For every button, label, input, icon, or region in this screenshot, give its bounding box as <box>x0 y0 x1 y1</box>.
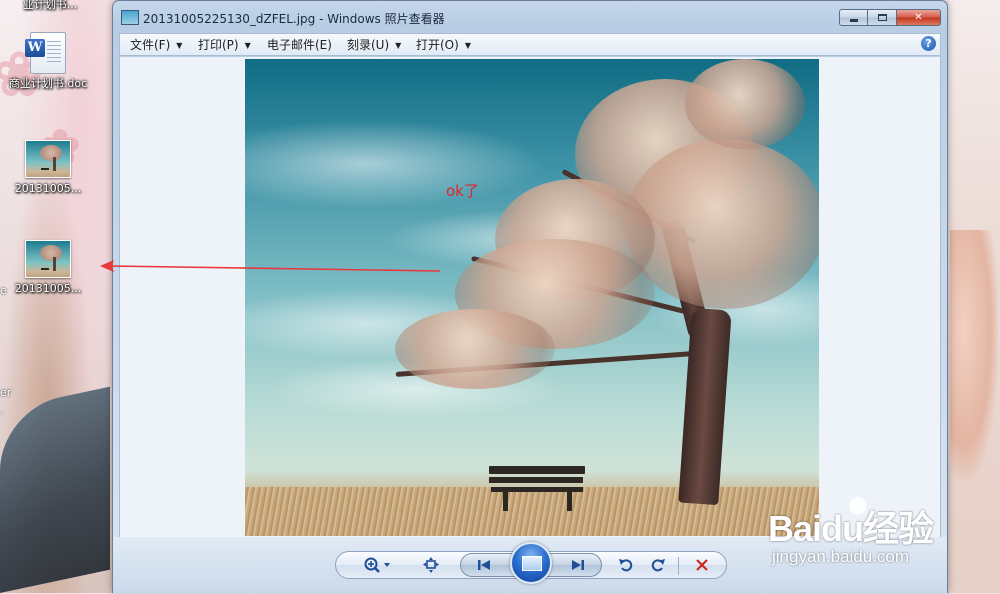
rotate-clockwise-icon <box>651 559 665 572</box>
wallpaper-sleeve <box>0 386 110 593</box>
rotate-clockwise-button[interactable] <box>647 556 669 574</box>
help-icon[interactable]: ? <box>921 36 936 51</box>
close-icon: ✕ <box>914 12 923 23</box>
wallpaper-face <box>950 230 998 480</box>
desktop-icon-label: 20131005... <box>14 282 82 295</box>
annotation-text: ok了 <box>446 182 479 200</box>
rotate-counterclockwise-icon <box>619 559 633 572</box>
fit-window-icon <box>423 557 439 573</box>
close-button[interactable]: ✕ <box>897 9 941 26</box>
desktop-icon-label: 20131005... <box>14 182 82 195</box>
maximize-icon <box>877 14 887 21</box>
maximize-button[interactable] <box>868 9 897 26</box>
desktop-icon-label: 商业计划书.doc <box>8 77 88 90</box>
desktop-edge-text: er <box>0 386 12 399</box>
baidu-watermark-url: jingyan.baidu.com <box>772 547 910 566</box>
slideshow-button[interactable] <box>510 542 552 584</box>
zoom-icon <box>364 557 390 573</box>
baidu-watermark-logo: Baidu经验 <box>768 508 934 549</box>
desktop-edge-text: e <box>0 284 7 297</box>
fit-window-button[interactable] <box>420 556 442 574</box>
desktop-icon-business-plan-doc[interactable]: W 商业计划书.doc <box>8 32 88 90</box>
dropdown-arrow-icon: ▼ <box>395 41 402 50</box>
previous-icon <box>478 560 490 570</box>
menu-file[interactable]: 文件(F) ▼ <box>130 37 182 55</box>
previous-button[interactable] <box>473 556 495 574</box>
menu-label: 电子邮件(E) <box>267 38 332 52</box>
image-viewport[interactable]: ok了 <box>119 57 941 537</box>
menu-burn[interactable]: 刻录(U) ▼ <box>347 37 401 55</box>
delete-icon <box>696 559 708 571</box>
minimize-button[interactable] <box>839 9 868 26</box>
slideshow-icon <box>522 556 542 571</box>
next-button[interactable] <box>567 556 589 574</box>
menu-label: 文件(F) <box>130 38 171 52</box>
menu-label: 打印(P) <box>198 38 239 52</box>
menu-email[interactable]: 电子邮件(E) <box>267 37 332 53</box>
menu-bar: 文件(F) ▼ 打印(P) ▼ 电子邮件(E) 刻录(U) ▼ 打开(O) ▼ ? <box>119 33 941 56</box>
menu-print[interactable]: 打印(P) ▼ <box>198 37 251 55</box>
minimize-icon <box>849 18 858 22</box>
dropdown-arrow-icon: ▼ <box>244 41 251 50</box>
word-document-icon: W <box>25 32 66 74</box>
caption-buttons: ✕ <box>839 9 941 26</box>
rotate-counterclockwise-button[interactable] <box>615 556 637 574</box>
next-icon <box>572 560 584 570</box>
desktop-edge-text: . <box>0 404 4 417</box>
dropdown-arrow-icon: ▼ <box>176 41 183 50</box>
delete-button[interactable] <box>691 556 713 574</box>
zoom-button[interactable] <box>361 556 395 574</box>
desktop-icon-business-plan-top[interactable]: 业计划书... <box>10 0 90 11</box>
title-bar[interactable]: 20131005225130_dZFEL.jpg - Windows 照片查看器… <box>113 1 947 33</box>
dropdown-arrow-icon: ▼ <box>464 41 471 50</box>
menu-label: 刻录(U) <box>347 38 390 52</box>
image-thumbnail-icon <box>25 140 71 178</box>
photo-viewer-app-icon <box>121 10 139 25</box>
desktop-icon-image-1[interactable]: 20131005... <box>8 140 88 195</box>
desktop-background-right <box>948 0 1000 593</box>
desktop-icon-image-2[interactable]: 20131005... <box>8 240 88 295</box>
window-title: 20131005225130_dZFEL.jpg - Windows 照片查看器 <box>143 12 445 26</box>
desktop-icon-label: 业计划书... <box>22 0 78 11</box>
menu-label: 打开(O) <box>416 38 459 52</box>
menu-open[interactable]: 打开(O) ▼ <box>416 37 471 55</box>
image-thumbnail-icon <box>25 240 71 278</box>
displayed-photo: ok了 <box>245 59 819 536</box>
toolbar-separator <box>678 557 679 575</box>
